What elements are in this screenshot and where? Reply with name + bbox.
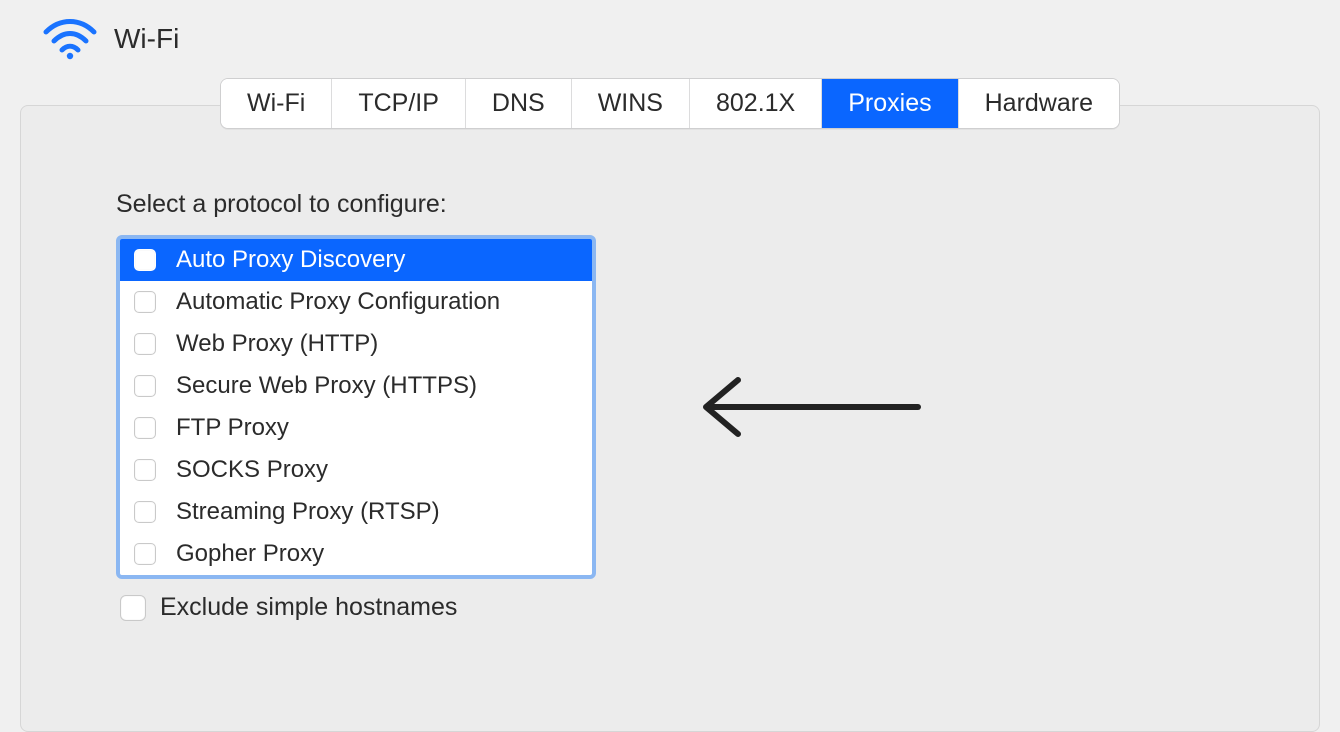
wifi-icon xyxy=(40,18,100,60)
protocol-checkbox[interactable] xyxy=(134,333,156,355)
protocol-item-rtsp[interactable]: Streaming Proxy (RTSP) xyxy=(120,491,592,533)
protocol-item-socks[interactable]: SOCKS Proxy xyxy=(120,449,592,491)
tab-label: Hardware xyxy=(985,89,1093,117)
tab-wifi[interactable]: Wi-Fi xyxy=(221,79,332,128)
protocol-checkbox[interactable] xyxy=(134,375,156,397)
protocol-checkbox[interactable] xyxy=(134,249,156,271)
network-preferences-window: Wi-Fi Wi-Fi TCP/IP DNS WINS 802.1X Proxi… xyxy=(0,0,1340,648)
annotation-arrow-icon xyxy=(688,372,928,447)
section-label: Select a protocol to configure: xyxy=(116,190,1244,219)
header: Wi-Fi xyxy=(0,0,1340,78)
protocol-item-gopher[interactable]: Gopher Proxy xyxy=(120,533,592,575)
tab-proxies[interactable]: Proxies xyxy=(822,79,958,128)
exclude-label: Exclude simple hostnames xyxy=(160,593,457,622)
tab-label: DNS xyxy=(492,89,545,117)
content-area: Select a protocol to configure: Auto Pro… xyxy=(20,150,1320,648)
protocol-item-https[interactable]: Secure Web Proxy (HTTPS) xyxy=(120,365,592,407)
header-title: Wi-Fi xyxy=(114,23,179,55)
protocol-item-auto-config[interactable]: Automatic Proxy Configuration xyxy=(120,281,592,323)
protocol-checkbox[interactable] xyxy=(134,543,156,565)
protocol-label: Automatic Proxy Configuration xyxy=(176,288,500,316)
tab-wins[interactable]: WINS xyxy=(572,79,690,128)
protocol-checkbox[interactable] xyxy=(134,291,156,313)
tab-label: WINS xyxy=(598,89,663,117)
tabs: Wi-Fi TCP/IP DNS WINS 802.1X Proxies Har… xyxy=(220,78,1120,129)
protocol-item-auto-discovery[interactable]: Auto Proxy Discovery xyxy=(120,239,592,281)
protocol-label: Streaming Proxy (RTSP) xyxy=(176,498,440,526)
tab-8021x[interactable]: 802.1X xyxy=(690,79,822,128)
protocol-label: Secure Web Proxy (HTTPS) xyxy=(176,372,477,400)
protocol-label: FTP Proxy xyxy=(176,414,289,442)
tab-label: Wi-Fi xyxy=(247,89,305,117)
protocol-checkbox[interactable] xyxy=(134,417,156,439)
tab-label: 802.1X xyxy=(716,89,795,117)
tab-tcpip[interactable]: TCP/IP xyxy=(332,79,466,128)
protocol-label: SOCKS Proxy xyxy=(176,456,328,484)
tab-hardware[interactable]: Hardware xyxy=(959,79,1119,128)
protocol-label: Web Proxy (HTTP) xyxy=(176,330,378,358)
tab-dns[interactable]: DNS xyxy=(466,79,572,128)
exclude-checkbox[interactable] xyxy=(120,595,146,621)
protocol-item-ftp[interactable]: FTP Proxy xyxy=(120,407,592,449)
protocol-item-http[interactable]: Web Proxy (HTTP) xyxy=(120,323,592,365)
tab-label: TCP/IP xyxy=(358,89,439,117)
protocol-label: Auto Proxy Discovery xyxy=(176,246,405,274)
exclude-hostnames-row[interactable]: Exclude simple hostnames xyxy=(120,593,1244,622)
protocol-listbox[interactable]: Auto Proxy Discovery Automatic Proxy Con… xyxy=(116,235,596,579)
tab-label: Proxies xyxy=(848,89,931,117)
tab-bar: Wi-Fi TCP/IP DNS WINS 802.1X Proxies Har… xyxy=(0,78,1340,132)
protocol-checkbox[interactable] xyxy=(134,459,156,481)
protocol-checkbox[interactable] xyxy=(134,501,156,523)
protocol-label: Gopher Proxy xyxy=(176,540,324,568)
